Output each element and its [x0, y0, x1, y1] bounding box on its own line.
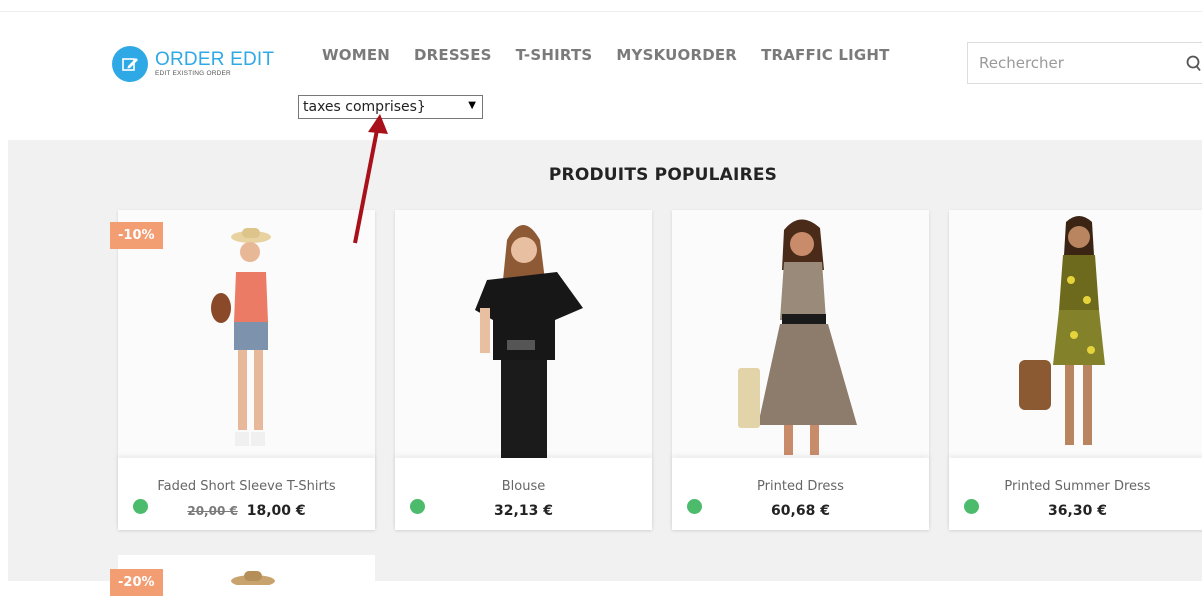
product-name[interactable]: Printed Dress — [672, 479, 929, 494]
nav-t-shirts[interactable]: T-SHIRTS — [516, 46, 593, 64]
nav-dresses[interactable]: DRESSES — [414, 46, 492, 64]
product-image[interactable] — [949, 210, 1202, 458]
edit-icon — [112, 46, 148, 82]
product-price: 20,00 € 18,00 € — [118, 503, 375, 519]
top-bar — [0, 0, 1202, 12]
product-info: Printed Summer Dress 36,30 € — [949, 458, 1202, 530]
product-card[interactable]: -10% Faded Short Sleeve T-Shirts 20,00 €… — [110, 210, 375, 530]
product-price: 32,13 € — [395, 503, 652, 519]
discount-badge: -10% — [110, 222, 163, 249]
current-price: 32,13 € — [494, 503, 553, 519]
product-name[interactable]: Blouse — [395, 479, 652, 494]
logo[interactable]: ORDER EDIT EDIT EXISTING ORDER — [112, 45, 274, 83]
discount-badge: -20% — [110, 569, 163, 596]
section-title: PRODUITS POPULAIRES — [548, 165, 778, 185]
search-input[interactable]: Rechercher — [967, 42, 1202, 84]
product-card[interactable]: Blouse 32,13 € — [395, 210, 652, 530]
current-price: 18,00 € — [246, 503, 306, 519]
product-name[interactable]: Printed Summer Dress — [949, 479, 1202, 494]
product-info: Faded Short Sleeve T-Shirts 20,00 € 18,0… — [118, 458, 375, 530]
logo-title: ORDER EDIT — [155, 49, 275, 71]
product-info: Printed Dress 60,68 € — [672, 458, 929, 530]
nav-traffic-light[interactable]: TRAFFIC LIGHT — [761, 46, 890, 64]
dropdown-arrow-icon: ▼ — [468, 100, 476, 111]
product-card[interactable]: Printed Dress 60,68 € — [672, 210, 929, 530]
search-placeholder: Rechercher — [979, 54, 1064, 72]
product-image[interactable] — [395, 210, 652, 458]
product-name[interactable]: Faded Short Sleeve T-Shirts — [118, 479, 375, 494]
nav-myskuorder[interactable]: MYSKUORDER — [616, 46, 737, 64]
product-card[interactable]: Printed Summer Dress 36,30 € — [949, 210, 1202, 530]
old-price: 20,00 € — [187, 504, 238, 518]
current-price: 60,68 € — [771, 503, 830, 519]
current-price: 36,30 € — [1048, 503, 1107, 519]
product-card[interactable]: -20% — [110, 555, 375, 615]
search-icon[interactable] — [1186, 55, 1202, 73]
main-nav: WOMEN DRESSES T-SHIRTS MYSKUORDER TRAFFI… — [322, 46, 890, 64]
header: ORDER EDIT EDIT EXISTING ORDER WOMEN DRE… — [0, 12, 1202, 140]
logo-subtitle: EDIT EXISTING ORDER — [155, 70, 231, 78]
tax-display-select[interactable]: taxes comprises} ▼ — [298, 95, 483, 119]
product-image[interactable] — [672, 210, 929, 458]
product-price: 36,30 € — [949, 503, 1202, 519]
nav-women[interactable]: WOMEN — [322, 46, 390, 64]
product-image[interactable] — [228, 565, 278, 585]
annotation-arrow-icon — [353, 114, 388, 244]
product-price: 60,68 € — [672, 503, 929, 519]
product-info: Blouse 32,13 € — [395, 458, 652, 530]
